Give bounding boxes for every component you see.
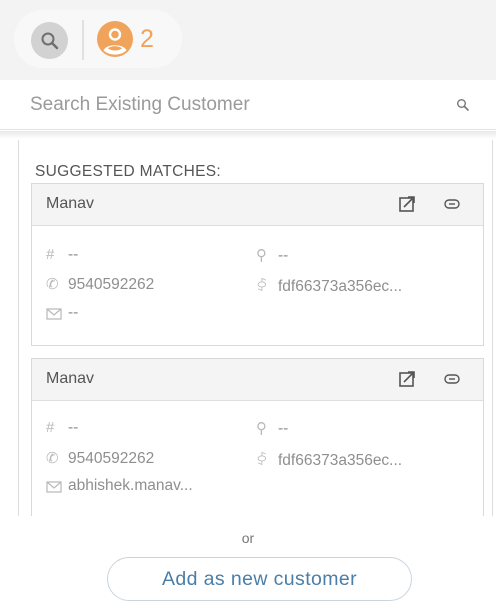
customer-name: Manav (46, 370, 95, 387)
open-external-icon[interactable] (398, 370, 416, 388)
customer-card[interactable]: Manav # -- ⚲ -- ✆ 9540592262 ꀆ fdf66373a356e… (31, 183, 484, 346)
hash-icon: # (46, 246, 55, 263)
customer-name: Manav (46, 195, 95, 212)
or-separator: or (241, 530, 255, 546)
envelope-icon (46, 308, 62, 320)
link-customer-icon[interactable] (444, 198, 460, 210)
add-new-customer-button[interactable]: Add as new customer (107, 557, 412, 601)
customer-phone-value: 9540592262 (68, 450, 155, 467)
suggested-matches-panel[interactable]: SUGGESTED MATCHES: Manav # -- ⚲ -- ✆ 954059… (18, 140, 493, 516)
customer-id-value: -- (68, 246, 79, 263)
search-shadow (0, 131, 496, 139)
search-icon (41, 32, 59, 50)
card-header: Manav (32, 184, 483, 226)
top-toolbar: 2 (0, 0, 496, 80)
customer-phone-field: ✆ 9540592262 (46, 275, 154, 294)
user-circle-icon (97, 21, 133, 57)
search-input[interactable] (30, 86, 450, 124)
card-header: Manav (32, 359, 483, 401)
search-submit-icon[interactable] (456, 98, 470, 112)
hash-icon: # (46, 419, 55, 436)
customer-twitter-value: fdf66373a356ec... (278, 278, 403, 295)
customer-pin-value: -- (278, 247, 289, 264)
customer-id-value: -- (68, 419, 79, 436)
link-customer-icon[interactable] (444, 373, 460, 385)
open-external-icon[interactable] (398, 195, 416, 213)
customer-search-bar (0, 80, 496, 130)
customer-twitter-field: ꀆ fdf66373a356ec... (256, 275, 402, 296)
toolbar-divider (82, 20, 84, 60)
phone-icon: ✆ (46, 276, 59, 293)
phone-icon: ✆ (46, 450, 59, 467)
twitter-icon: ꀆ (256, 452, 268, 469)
twitter-icon: ꀆ (256, 278, 268, 295)
customer-pin-value: -- (278, 420, 289, 437)
customer-id-field: # -- (46, 419, 78, 437)
envelope-icon (46, 481, 62, 493)
pin-icon: ⚲ (256, 247, 267, 264)
suggested-matches-label: SUGGESTED MATCHES: (35, 163, 221, 180)
pin-icon: ⚲ (256, 420, 267, 437)
customer-count: 2 (140, 25, 154, 53)
customer-pin-field: ⚲ -- (256, 246, 288, 265)
customer-email-value: -- (68, 304, 79, 321)
customer-twitter-field: ꀆ fdf66373a356ec... (256, 449, 402, 470)
customer-phone-field: ✆ 9540592262 (46, 449, 154, 468)
customer-card[interactable]: Manav # -- ⚲ -- ✆ 9540592262 ꀆ fdf66373a356e… (31, 358, 484, 516)
customers-button[interactable] (96, 20, 134, 58)
search-toggle-button[interactable] (31, 22, 68, 59)
customer-twitter-value: fdf66373a356ec... (278, 452, 403, 469)
customer-pin-field: ⚲ -- (256, 419, 288, 438)
customer-phone-value: 9540592262 (68, 276, 155, 293)
customer-email-field: abhishek.manav... (46, 477, 193, 495)
customer-id-field: # -- (46, 246, 78, 264)
customer-email-value: abhishek.manav... (68, 477, 193, 494)
customer-email-field: -- (46, 304, 78, 322)
